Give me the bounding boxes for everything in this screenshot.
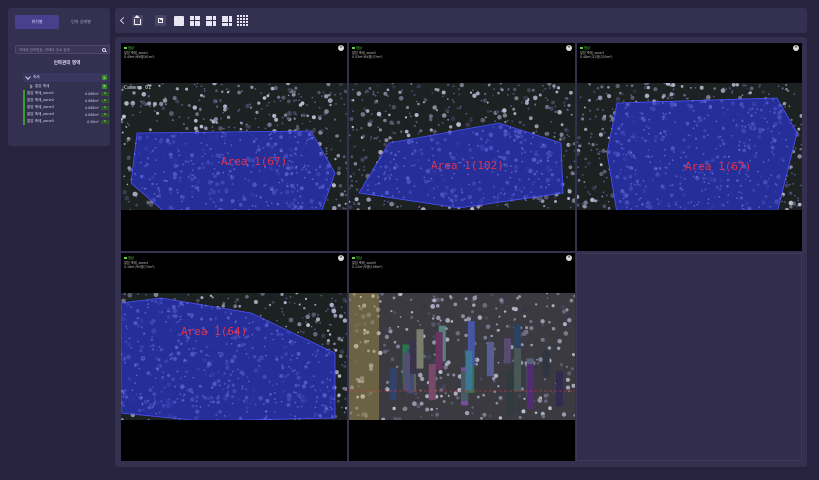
camera-density: 0.49m²/66명(61m²) [124, 55, 155, 59]
tree-item-label: 알암 축제_zone1 [27, 91, 55, 95]
camera-grid: 정상 알암 축제_zone1 0.49m²/66명(61m²) × Camera 01 A… [115, 37, 807, 467]
tree-item-value: 0.088m² [85, 105, 99, 110]
camera-density: 0.12m²/9명(106m²) [352, 265, 383, 269]
tree-item-badge: 0 [101, 119, 109, 124]
chevron-down-icon[interactable] [25, 74, 31, 80]
area-label: Area 1(64) [181, 325, 248, 338]
area-label: Area 1(67) [221, 155, 288, 168]
layout-1x1-icon [173, 15, 184, 26]
tree-item-badge: 0 [101, 98, 109, 103]
camera-density: 0.53m²/64명(33m²) [352, 55, 383, 59]
layout-3x2-button[interactable] [205, 15, 216, 26]
tree-item[interactable]: 알암 축제_zone4 0.088m² 0 [23, 111, 110, 118]
camera-tile[interactable]: 정상 알암 축제_zone2 0.53m²/64명(33m²) × Area 1(102… [349, 43, 575, 251]
camera-tile[interactable]: 정상 알암 축제_zone3 0.48m²/22명(320m²) × Area 1(67… [577, 43, 802, 251]
camera-meta: 정상 알암 축제_zone5 0.12m²/9명(106m²) [352, 256, 382, 270]
tree-group-count: 5 [102, 83, 107, 89]
camera-video [349, 293, 575, 420]
tree-item[interactable]: 알암 축제_zone2 0.086m² 0 [23, 97, 110, 104]
close-icon[interactable]: × [338, 255, 344, 261]
tree-item-badge: 0 [101, 91, 109, 96]
camera-video: Camera 01 Area 1(67) [121, 83, 347, 210]
camera-meta: 정상 알암 축제_zone1 0.49m²/66명(61m²) [124, 46, 154, 60]
back-icon[interactable] [119, 16, 128, 25]
tree-item-label: 알암 축제_zone4 [27, 112, 55, 116]
camera-header-text: Camera 01 [124, 85, 152, 91]
layout-3x2-icon [205, 15, 216, 26]
home-button[interactable] [132, 14, 143, 26]
camera-tile[interactable]: 정상 알암 축제_zone5 0.12m²/9명(106m²) × [349, 253, 575, 461]
tree-item-value: 0.086m² [85, 98, 99, 103]
tree-item[interactable]: 알암 축제_zone3 0.088m² 0 [23, 104, 110, 111]
close-icon[interactable]: × [338, 45, 344, 51]
toolbar [115, 8, 807, 33]
camera-density: 0.18m²/90명(74m²) [124, 265, 155, 269]
tree-item-value: 0.088m² [85, 91, 99, 96]
home-icon [134, 14, 141, 25]
tab-location[interactable]: 위치별 [15, 15, 59, 29]
area-label: Area 1(67) [685, 160, 752, 173]
tree-item-label: 알암 축제_zone5 [27, 119, 55, 123]
search-icon[interactable] [102, 47, 106, 52]
layout-4x4-icon [237, 15, 248, 26]
camera-video: Area 1(102) [349, 83, 575, 210]
tree-item-value: 0.58m² [87, 119, 99, 124]
tree-root-label: 축제 [33, 75, 40, 79]
layout-2x2-button[interactable] [189, 15, 200, 26]
search-box [15, 45, 110, 54]
layout-1x1-button[interactable] [173, 15, 184, 26]
camera-meta: 정상 알암 축제_zone3 0.48m²/22명(320m²) [580, 46, 613, 60]
tree-item-badge: 0 [101, 105, 109, 110]
tree-group-label: 알암 축제 [35, 83, 50, 88]
camera-tile[interactable]: 정상 알암 축제_zone1 0.49m²/66명(61m²) × Camera 01 A… [121, 43, 347, 251]
tree-item[interactable]: 알암 축제_zone1 0.088m² 0 [23, 90, 110, 97]
tree-item[interactable]: 알암 축제_zone5 0.58m² 0 [23, 118, 110, 125]
close-icon[interactable]: × [793, 45, 799, 51]
camera-video: Area 1(64) [121, 293, 347, 420]
tree-group[interactable]: 알암 축제 5 [23, 82, 110, 90]
camera-meta: 정상 알암 축제_zone2 0.53m²/64명(33m²) [352, 46, 382, 60]
camera-video: Area 1(67) [577, 83, 802, 210]
camera-density: 0.48m²/22명(320m²) [580, 55, 613, 59]
search-input[interactable] [19, 47, 102, 52]
section-title: 인파관리 영역 [53, 61, 81, 66]
tree-root-count: 5 [102, 75, 107, 80]
camera-tile[interactable]: 정상 알암 축제_zone4 0.18m²/90명(74m²) × Area 1(64) [121, 253, 347, 461]
layout-3x3-icon [221, 15, 232, 26]
sidebar-tabs: 위치별 인파 상태별 [15, 15, 103, 29]
sidebar: 위치별 인파 상태별 인파관리 영역 축제 5 알암 축제 5 알암 축제_zo… [8, 8, 110, 146]
save-button[interactable] [155, 15, 166, 26]
tree-item-label: 알암 축제_zone2 [27, 98, 55, 102]
tab-crowd-status[interactable]: 인파 상태별 [59, 15, 103, 29]
layout-4x4-button[interactable] [237, 15, 248, 26]
layout-3x3-button[interactable] [221, 15, 232, 26]
area-label: Area 1(102) [431, 159, 504, 172]
empty-camera-slot[interactable] [576, 253, 802, 461]
camera-meta: 정상 알암 축제_zone4 0.18m²/90명(74m²) [124, 256, 154, 270]
tree-root[interactable]: 축제 5 [23, 73, 110, 82]
location-tree: 축제 5 알암 축제 5 알암 축제_zone1 0.088m² 0 알암 축제_zo… [23, 73, 110, 125]
save-icon [158, 18, 163, 23]
tree-item-badge: 0 [101, 112, 109, 117]
close-icon[interactable]: × [566, 255, 572, 261]
layout-2x2-icon [189, 15, 200, 26]
close-icon[interactable]: × [566, 45, 572, 51]
chevron-right-icon[interactable] [28, 83, 33, 89]
tree-item-label: 알암 축제_zone3 [27, 105, 55, 109]
tree-item-value: 0.088m² [85, 112, 99, 117]
